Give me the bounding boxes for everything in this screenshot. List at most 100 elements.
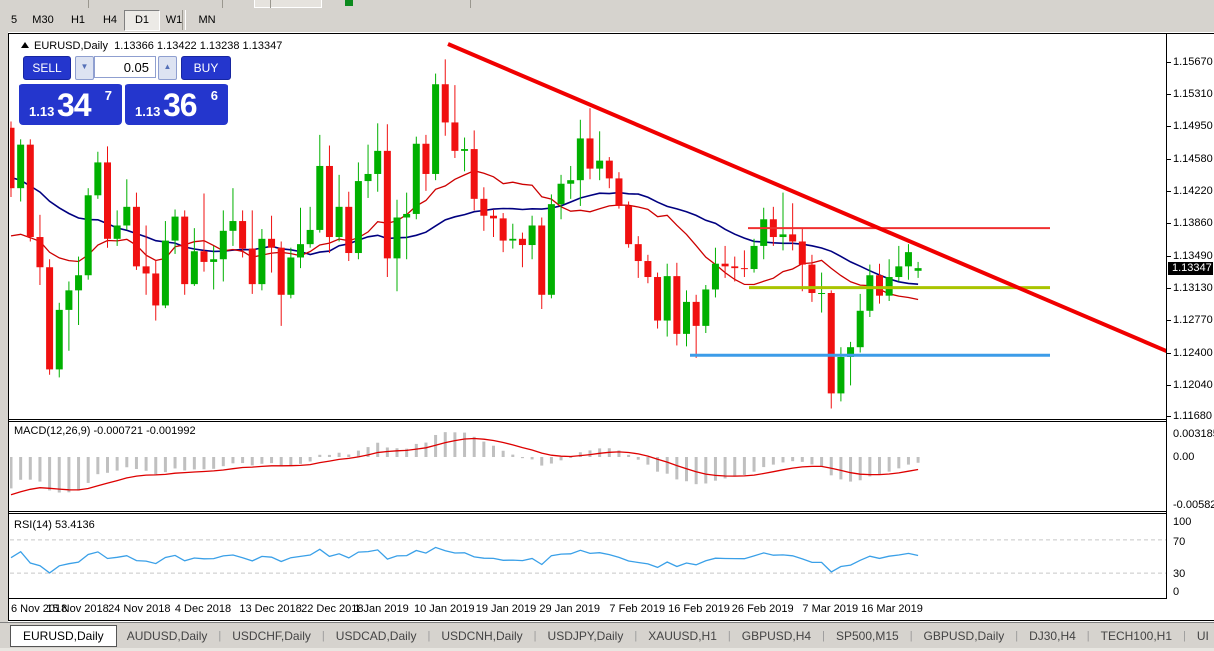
macd-histogram-bar	[424, 442, 428, 457]
candle-body	[152, 273, 160, 306]
macd-histogram-bar	[86, 457, 90, 483]
tab-separator: |	[533, 629, 537, 642]
candle-body	[818, 293, 826, 295]
macd-histogram-bar	[733, 457, 737, 477]
macd-histogram-bar	[627, 454, 631, 457]
buy-button[interactable]: BUY	[181, 56, 231, 80]
chart-tab-gbpusd-h4[interactable]: GBPUSD,H4	[732, 626, 821, 646]
candle-body	[432, 84, 440, 174]
candle-body	[451, 122, 459, 151]
chart-tab-tech100-h1[interactable]: TECH100,H1	[1091, 626, 1182, 646]
rsi-svg	[10, 539, 1166, 574]
chart-tab-sp500-m15[interactable]: SP500,M15	[826, 626, 909, 646]
chart-tab-dj30-h4[interactable]: DJ30,H4	[1019, 626, 1086, 646]
macd-histogram-bar	[482, 441, 486, 457]
candle-body	[586, 138, 594, 169]
macd-histogram-bar	[125, 457, 129, 468]
tab-separator: |	[822, 629, 825, 642]
macd-histogram-bar	[77, 457, 81, 491]
macd-histogram-bar	[48, 457, 52, 491]
candle-body	[856, 310, 864, 348]
price-tick	[1167, 416, 1171, 418]
tab-separator: |	[909, 629, 913, 642]
price-axis[interactable]: 1.13347 1.15670 1.15310 1.14950 1.14580 1.14…	[1167, 34, 1214, 620]
sell-price-button[interactable]: 1.13 34 7	[19, 82, 122, 125]
candle-body	[75, 275, 83, 291]
timeframe-button-h4[interactable]: H4	[92, 10, 128, 31]
indicator-axis-label: 0.00	[1173, 451, 1195, 463]
macd-histogram-bar	[878, 457, 881, 475]
chart-tab-eurusd-daily[interactable]: EURUSD,Daily	[10, 624, 117, 647]
chart-tab-audusd-daily[interactable]: AUDUSD,Daily	[117, 626, 218, 646]
macd-histogram-bar	[791, 457, 795, 462]
candle-body	[518, 238, 526, 246]
price-tick	[1167, 222, 1171, 224]
macd-histogram-bar	[492, 445, 495, 457]
timeframe-button-d1[interactable]: D1	[124, 10, 160, 31]
macd-histogram-bar	[887, 457, 891, 472]
macd-histogram-bar	[10, 457, 13, 489]
candle-body	[625, 205, 633, 245]
candle-body	[605, 160, 613, 179]
sell-button[interactable]: SELL	[23, 56, 71, 80]
chart-window: EURUSD,Daily 1.13366 1.13422 1.13238 1.1…	[8, 33, 1214, 621]
candle-body	[547, 204, 555, 295]
macd-histogram-bar	[636, 457, 640, 460]
candle-body	[779, 234, 787, 238]
chart-tab-usdcnh-daily[interactable]: USDCNH,Daily	[431, 626, 532, 646]
chart-tab-gbpusd-daily[interactable]: GBPUSD,Daily	[914, 626, 1015, 646]
macd-histogram-bar	[839, 457, 843, 480]
tab-separator: |	[1015, 629, 1019, 642]
price-axis-label: 1.14580	[1173, 152, 1213, 165]
macd-histogram-bar	[279, 457, 283, 467]
candle-body	[441, 84, 449, 123]
candle-body	[142, 266, 150, 274]
time-axis[interactable]: 6 Nov 2018 15 Nov 2018 24 Nov 2018 4 Dec 20…	[9, 599, 1165, 620]
macd-histogram-bar	[19, 457, 23, 480]
panel-separator	[9, 513, 1213, 514]
macd-histogram-bar	[530, 457, 534, 460]
volume-increase-button[interactable]: ▲	[158, 56, 177, 80]
rsi-indicator-panel[interactable]	[10, 515, 1166, 598]
macd-histogram-bar	[588, 450, 592, 457]
macd-histogram-bar	[800, 457, 804, 462]
chart-ohlc-values: 1.13366 1.13422 1.13238 1.13347	[114, 40, 283, 52]
timeframe-button-h1[interactable]: H1	[60, 10, 96, 31]
macd-histogram-bar	[713, 457, 717, 481]
macd-label: MACD(12,26,9) -0.000721 -0.001992	[14, 425, 196, 437]
volume-decrease-button[interactable]: ▼	[75, 56, 94, 80]
chart-tab-ui[interactable]: UI	[1187, 626, 1214, 646]
macd-histogram-bar	[337, 452, 341, 457]
chart-tab-usdchf-daily[interactable]: USDCHF,Daily	[222, 626, 321, 646]
macd-histogram-bar	[154, 457, 158, 475]
macd-histogram-bar	[762, 457, 766, 468]
macd-histogram-bar	[212, 457, 216, 469]
candle-body	[248, 248, 256, 285]
price-axis-label: 1.13490	[1173, 249, 1213, 262]
timeframe-button-mn[interactable]: MN	[188, 10, 226, 31]
date-axis-label: 7 Feb 2019	[609, 603, 666, 615]
date-axis-label: 13 Dec 2018	[239, 603, 302, 615]
panel-separator[interactable]	[9, 511, 1213, 512]
chart-symbol: EURUSD,Daily	[34, 40, 108, 52]
chart-tab-usdcad-daily[interactable]: USDCAD,Daily	[326, 626, 427, 646]
chart-tab-xauusd-h1[interactable]: XAUUSD,H1	[638, 626, 727, 646]
macd-histogram-bar	[115, 457, 119, 471]
buy-price-button[interactable]: 1.13 36 6	[125, 82, 228, 125]
chart-tab-usdjpy-daily[interactable]: USDJPY,Daily	[538, 626, 634, 646]
candle-body	[364, 173, 372, 182]
candle-body	[470, 149, 478, 199]
macd-histogram-bar	[549, 457, 553, 464]
macd-histogram-bar	[318, 454, 322, 457]
toolbar-separator	[470, 0, 471, 8]
tab-separator: |	[1086, 629, 1090, 642]
timeframe-button-w1[interactable]: W1	[156, 10, 192, 31]
rsi-label: RSI(14) 53.4136	[14, 519, 95, 531]
price-tick	[1167, 190, 1171, 192]
candle-body	[567, 180, 575, 184]
volume-input[interactable]	[94, 56, 156, 78]
candle-body	[615, 178, 623, 206]
panel-separator[interactable]	[9, 419, 1213, 420]
price-axis-label: 1.15310	[1173, 88, 1213, 100]
timeframe-button-m30[interactable]: M30	[22, 10, 64, 31]
